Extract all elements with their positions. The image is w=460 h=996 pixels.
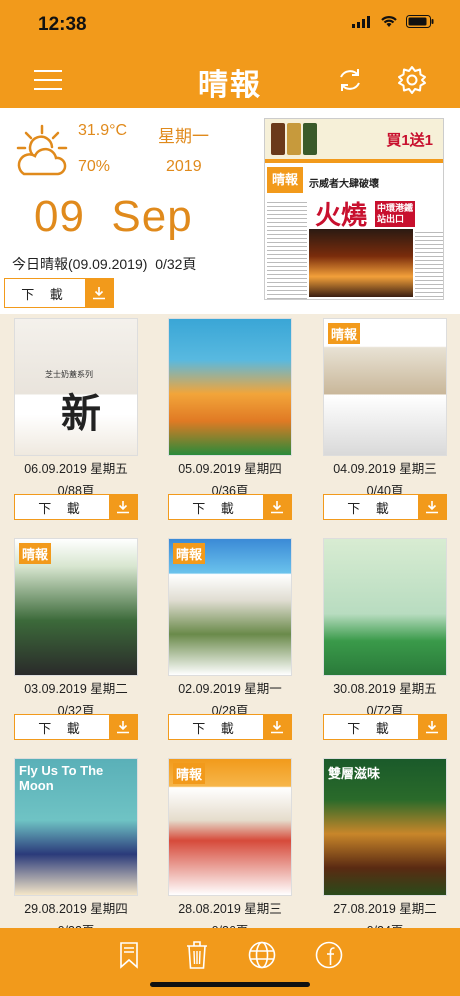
facebook-button[interactable] [312, 938, 346, 972]
issue-cell: 05.09.2019 星期四 0/36頁下 載 [160, 318, 300, 528]
trash-icon [187, 941, 207, 969]
issue-grid: 新芝士奶蓋系列 06.09.2019 星期五 0/88頁下 載 05.09.2019 … [0, 314, 460, 928]
issue-cover-thumbnail[interactable]: Fly Us To The Moon [14, 758, 138, 896]
issue-date: 05.09.2019 星期四 [178, 462, 282, 476]
issue-date: 30.08.2019 星期五 [333, 682, 437, 696]
issue-download-button[interactable]: 下 載 [168, 714, 292, 740]
issue-cell: 30.08.2019 星期五 0/72頁下 載 [315, 538, 455, 748]
facebook-icon [315, 941, 343, 969]
today-cover-thumbnail[interactable]: 買1送1 晴報 示威者大肆破壞 火燒 中環港鐵站出口 [264, 118, 444, 300]
cover-text: 晴報 [173, 763, 206, 784]
cover-text: 晴報 [19, 543, 52, 564]
issue-download-button[interactable]: 下 載 [168, 494, 292, 520]
download-icon [109, 715, 137, 739]
issue-download-button[interactable]: 下 載 [323, 714, 447, 740]
issue-download-button[interactable]: 下 載 [14, 714, 138, 740]
issue-cell: 晴報28.08.2019 星期三0/36頁下 載 [160, 758, 300, 928]
issue-cell: 晴報 03.09.2019 星期二 0/32頁下 載 [6, 538, 146, 748]
cover-headline-3: 中環港鐵站出口 [375, 201, 415, 227]
issue-cell: 晴報 02.09.2019 星期一 0/28頁下 載 [160, 538, 300, 748]
cover-headline-2: 火燒 [315, 200, 368, 230]
issue-cover-thumbnail[interactable] [168, 318, 292, 456]
download-icon [263, 495, 291, 519]
download-label: 下 載 [21, 286, 69, 302]
today-issue-info: 今日晴報(09.09.2019) 0/32頁 [12, 254, 196, 274]
issue-date: 02.09.2019 星期一 [178, 682, 282, 696]
download-icon [418, 495, 446, 519]
download-label: 下 載 [192, 720, 240, 736]
download-label: 下 載 [38, 500, 86, 516]
humidity: 70% [78, 158, 111, 175]
website-button[interactable] [245, 938, 279, 972]
download-icon [418, 715, 446, 739]
signal-icon [352, 15, 370, 28]
issue-cover-thumbnail[interactable]: 晴報 [323, 318, 447, 456]
home-indicator [150, 982, 310, 987]
delete-button[interactable] [180, 938, 214, 972]
issue-date: 27.08.2019 星期二 [333, 902, 437, 916]
issue-cover-thumbnail[interactable]: 新 芝士奶蓋系列 [14, 318, 138, 456]
status-time: 12:38 [38, 14, 87, 35]
today-panel: 31.9°C 70% 星期一 2019 09 Sep 今日晴報(09.09.20… [0, 108, 460, 314]
settings-button[interactable] [396, 64, 428, 96]
download-label: 下 載 [38, 720, 86, 736]
issue-cell: 雙層滋味27.08.2019 星期二0/24頁下 載 [315, 758, 455, 928]
year: 2019 [166, 158, 202, 175]
refresh-button[interactable] [334, 64, 366, 96]
top-bar: 12:38 晴報 [0, 0, 460, 108]
issue-download-button[interactable]: 下 載 [323, 494, 447, 520]
cover-text: 新 [61, 392, 101, 436]
today-issue-label: 今日晴報(09.09.2019) [12, 256, 148, 272]
cover-promo: 買1送1 [386, 132, 433, 149]
issue-cover-thumbnail[interactable]: 晴報 [14, 538, 138, 676]
issue-download-button[interactable]: 下 載 [14, 494, 138, 520]
today-download-button[interactable]: 下 載 [4, 278, 114, 308]
cover-subtext: 芝士奶蓋系列 [45, 370, 93, 379]
status-icons [352, 15, 434, 28]
gear-icon [398, 66, 426, 94]
cover-text: 晴報 [173, 543, 206, 564]
download-label: 下 載 [347, 500, 395, 516]
current-date: 09 Sep [34, 192, 193, 241]
issue-cell: 晴報 04.09.2019 星期三 0/40頁下 載 [315, 318, 455, 528]
app-title: 晴報 [198, 69, 262, 102]
cover-text: 雙層滋味 [328, 766, 381, 781]
temperature: 31.9°C [78, 122, 128, 139]
issue-date: 03.09.2019 星期二 [24, 682, 128, 696]
issue-pages: 0/36頁 [160, 920, 300, 928]
issue-cover-thumbnail[interactable]: 晴報 [168, 538, 292, 676]
weather-sun-cloud-icon [16, 124, 68, 176]
download-label: 下 載 [347, 720, 395, 736]
weekday: 星期一 [158, 127, 209, 146]
cover-masthead: 晴報 [267, 167, 303, 193]
cover-headline-1: 示威者大肆破壞 [309, 179, 379, 190]
download-icon [109, 495, 137, 519]
bookmark-button[interactable] [112, 938, 146, 972]
issue-date: 28.08.2019 星期三 [178, 902, 282, 916]
battery-icon [406, 15, 434, 28]
globe-icon [248, 941, 276, 969]
today-issue-pages: 0/32頁 [155, 256, 197, 272]
download-label: 下 載 [192, 500, 240, 516]
issue-cover-thumbnail[interactable]: 雙層滋味 [323, 758, 447, 896]
issue-pages: 0/24頁 [315, 920, 455, 928]
download-icon [263, 715, 291, 739]
cover-text: Fly Us To The Moon [19, 763, 104, 793]
download-icon [85, 279, 113, 307]
issue-cell: 新芝士奶蓋系列 06.09.2019 星期五 0/88頁下 載 [6, 318, 146, 528]
issue-cell: Fly Us To The Moon29.08.2019 星期四0/32頁下 載 [6, 758, 146, 928]
issue-cover-thumbnail[interactable]: 晴報 [168, 758, 292, 896]
cover-text: 晴報 [328, 323, 361, 344]
refresh-icon [340, 69, 360, 91]
issue-date: 04.09.2019 星期三 [333, 462, 437, 476]
wifi-icon [381, 16, 397, 27]
issue-pages: 0/32頁 [6, 920, 146, 928]
issue-cover-thumbnail[interactable] [323, 538, 447, 676]
bookmark-icon [120, 942, 138, 969]
issue-date: 06.09.2019 星期五 [24, 462, 128, 476]
issue-date: 29.08.2019 星期四 [24, 902, 128, 916]
